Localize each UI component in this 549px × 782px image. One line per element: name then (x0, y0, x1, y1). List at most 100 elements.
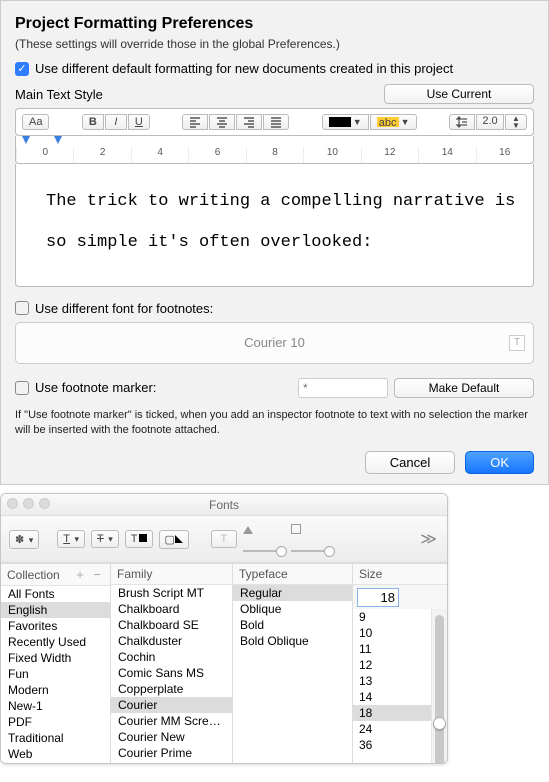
list-item[interactable]: Copperplate (111, 681, 232, 697)
use-different-footnote-font-checkbox[interactable] (15, 301, 29, 315)
use-current-button[interactable]: Use Current (384, 84, 534, 104)
family-column: Family Brush Script MTChalkboardChalkboa… (111, 564, 233, 763)
ruler-first-line-indent-icon[interactable] (22, 136, 30, 144)
list-item[interactable]: Courier New (111, 729, 232, 745)
align-center-button[interactable] (209, 114, 235, 130)
family-list[interactable]: Brush Script MTChalkboardChalkboard SECh… (111, 585, 232, 763)
align-right-button[interactable] (236, 114, 262, 130)
line-spacing-stepper[interactable]: ▲▼ (505, 114, 527, 130)
family-header: Family (111, 564, 232, 585)
line-spacing-icon[interactable] (449, 114, 475, 130)
bold-button[interactable]: B (82, 114, 104, 130)
traffic-lights[interactable] (7, 498, 50, 509)
list-item[interactable]: Brush Script MT (111, 585, 232, 601)
list-item[interactable]: Courier (111, 697, 232, 713)
use-different-formatting-checkbox[interactable]: ✓ (15, 62, 29, 76)
list-item[interactable]: Modern (1, 682, 110, 698)
ok-button[interactable]: OK (465, 451, 534, 474)
highlight-color-button[interactable]: abc▼ (370, 114, 417, 130)
list-item[interactable]: All Fonts (1, 586, 110, 602)
collection-header: Collection (7, 568, 60, 582)
collection-column: Collection + − All FontsEnglishFavoritesR… (1, 564, 111, 763)
list-item[interactable]: Bold Oblique (233, 633, 352, 649)
italic-button[interactable]: I (105, 114, 127, 130)
fonts-panel-titlebar[interactable]: Fonts (1, 494, 447, 516)
typeface-header: Typeface (233, 564, 352, 585)
panel-title: Project Formatting Preferences (15, 15, 534, 33)
list-item[interactable]: 9 (353, 609, 431, 625)
ruler-left-indent-icon[interactable] (54, 136, 62, 144)
list-item[interactable]: Chalkboard (111, 601, 232, 617)
use-different-formatting-label: Use different default formatting for new… (35, 61, 453, 76)
list-item[interactable]: Web (1, 746, 110, 762)
list-item[interactable]: 13 (353, 673, 431, 689)
size-slider-knob[interactable] (433, 717, 446, 730)
use-different-formatting-row: ✓ Use different default formatting for n… (15, 61, 534, 76)
list-item[interactable]: 14 (353, 689, 431, 705)
footnote-font-preview: Courier 10 T (15, 322, 534, 364)
list-item[interactable]: Courier MM Screenwriter (111, 713, 232, 729)
collection-list[interactable]: All FontsEnglishFavoritesRecently UsedFi… (1, 586, 110, 763)
list-item[interactable]: Recently Used (1, 634, 110, 650)
strikethrough-menu[interactable]: T ▾ (91, 530, 119, 548)
list-item[interactable]: Traditional (1, 730, 110, 746)
list-item[interactable]: Courier Prime (111, 745, 232, 761)
list-item[interactable]: Comic Sans MS (111, 665, 232, 681)
list-item[interactable]: New-1 (1, 698, 110, 714)
use-footnote-marker-checkbox[interactable] (15, 381, 29, 395)
list-item[interactable]: 12 (353, 657, 431, 673)
shadow-opacity-control[interactable] (243, 521, 285, 557)
document-color-picker[interactable]: ▢ (159, 530, 189, 549)
list-item[interactable]: 18 (353, 705, 431, 721)
font-actions-menu[interactable]: ✽ ▾ (9, 530, 39, 549)
list-item[interactable]: Oblique (233, 601, 352, 617)
list-item[interactable]: PDF (1, 714, 110, 730)
shadow-blur-control[interactable] (291, 521, 333, 557)
list-item[interactable]: Cochin (111, 649, 232, 665)
text-shadow-toggle[interactable]: T (211, 530, 237, 548)
size-column: Size 91011121314182436 (353, 564, 447, 763)
size-slider-thumb[interactable] (435, 615, 444, 763)
list-item[interactable]: Chalkduster (111, 633, 232, 649)
list-item[interactable]: Favorites (1, 618, 110, 634)
list-item[interactable]: 11 (353, 641, 431, 657)
toolbar-overflow-icon[interactable]: ≫ (420, 529, 439, 549)
typeface-column: Typeface RegularObliqueBoldBold Oblique (233, 564, 353, 763)
typeface-list[interactable]: RegularObliqueBoldBold Oblique (233, 585, 352, 763)
list-item[interactable]: Regular (233, 585, 352, 601)
list-item[interactable]: 36 (353, 737, 431, 753)
align-left-button[interactable] (182, 114, 208, 130)
format-toolbar: Aa B I U ▼ abc▼ 2.0 ▲▼ (15, 108, 534, 136)
case-button[interactable]: Aa (22, 114, 49, 130)
line-spacing-value[interactable]: 2.0 (476, 114, 504, 130)
size-list[interactable]: 91011121314182436 (353, 609, 431, 763)
fonts-panel-title: Fonts (209, 498, 239, 512)
panel-subtitle: (These settings will override those in t… (15, 37, 534, 51)
collection-add-remove[interactable]: + − (76, 567, 104, 582)
underline-menu[interactable]: T ▾ (57, 530, 85, 548)
main-text-style-label: Main Text Style (15, 87, 103, 102)
footnote-marker-help-text: If "Use footnote marker" is ticked, when… (15, 408, 534, 438)
size-slider-track[interactable] (431, 609, 447, 763)
list-item[interactable]: Fun (1, 666, 110, 682)
use-different-footnote-font-label: Use different font for footnotes: (35, 301, 213, 316)
text-color-button[interactable]: ▼ (322, 114, 369, 130)
text-color-picker[interactable]: T (125, 530, 153, 548)
list-item[interactable]: English (1, 602, 110, 618)
font-picker-icon[interactable]: T (509, 335, 525, 351)
list-item[interactable]: 24 (353, 721, 431, 737)
list-item[interactable]: Bold (233, 617, 352, 633)
make-default-button[interactable]: Make Default (394, 378, 534, 398)
size-input[interactable] (357, 588, 399, 607)
align-justify-button[interactable] (263, 114, 289, 130)
list-item[interactable]: Fixed Width (1, 650, 110, 666)
underline-button[interactable]: U (128, 114, 150, 130)
list-item[interactable]: Chalkboard SE (111, 617, 232, 633)
project-formatting-preferences-panel: Project Formatting Preferences (These se… (0, 0, 549, 485)
sample-text-area: The trick to writing a compelling narrat… (15, 164, 534, 287)
cancel-button[interactable]: Cancel (365, 451, 455, 474)
list-item[interactable]: 10 (353, 625, 431, 641)
ruler[interactable]: 0246810121416 (15, 136, 534, 164)
footnote-marker-input[interactable] (298, 378, 388, 398)
fonts-panel: Fonts ✽ ▾ T ▾ T ▾ T ▢ T ≫ Collection + − … (0, 493, 448, 764)
